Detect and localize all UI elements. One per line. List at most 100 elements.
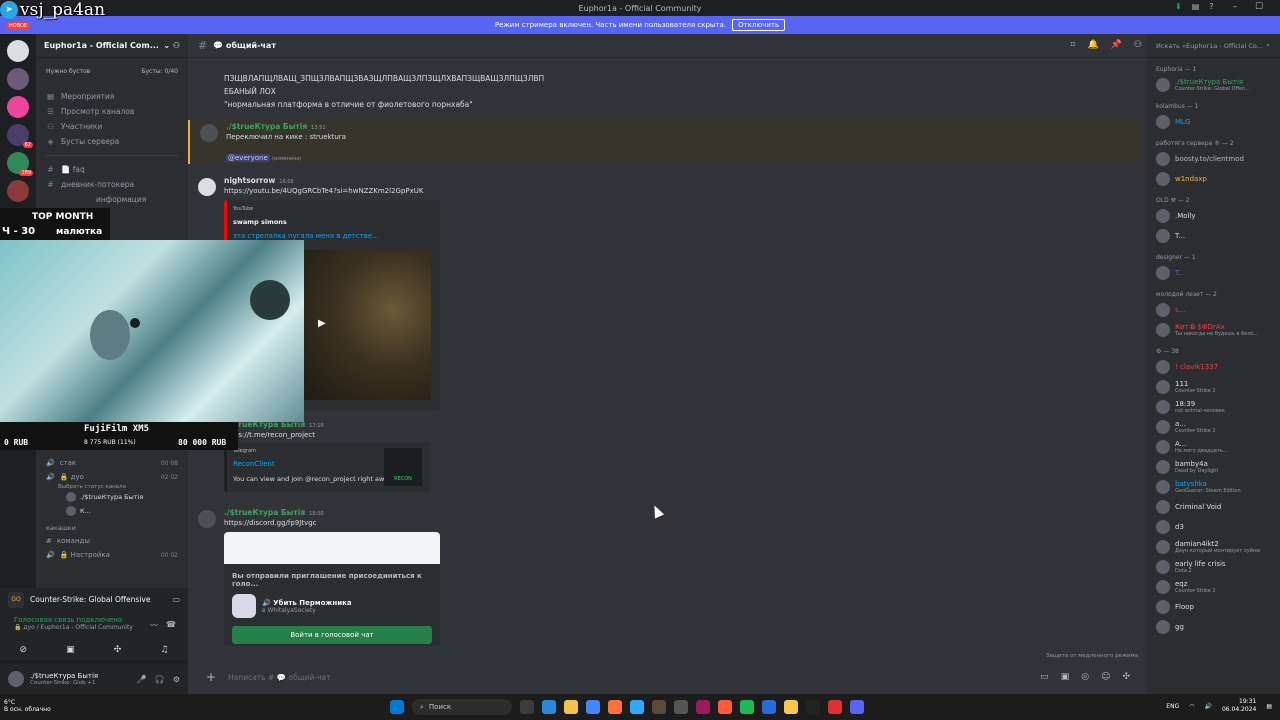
app-icon[interactable] bbox=[806, 700, 820, 714]
gift-icon[interactable]: ▭ bbox=[1040, 672, 1049, 682]
app-icon[interactable] bbox=[674, 700, 688, 714]
nav-boosts[interactable]: ◈ Бусты сервера bbox=[36, 134, 188, 149]
voice-channel-stack[interactable]: 🔊 стак 00 08 bbox=[36, 456, 188, 470]
server-icon[interactable] bbox=[7, 40, 29, 62]
channel-info[interactable]: информация bbox=[36, 192, 188, 207]
member-row[interactable]: batyshka GeoGuessr: Steam Edition bbox=[1146, 477, 1280, 497]
member-row[interactable]: 111 Counter-Strike 2 bbox=[1146, 377, 1280, 397]
threads-icon[interactable]: ⌗ bbox=[1070, 40, 1075, 50]
search-input[interactable]: Искать «Euphor1a - Official Co... ⌕ bbox=[1146, 34, 1280, 58]
nav-browse-channels[interactable]: ☰ Просмотр каналов bbox=[36, 104, 188, 119]
volume-icon[interactable]: 🔊 bbox=[1204, 703, 1211, 710]
gear-icon[interactable]: ⚙ bbox=[173, 675, 180, 684]
member-row[interactable]: s... bbox=[1146, 300, 1280, 320]
pin-icon[interactable]: 📌 bbox=[1111, 40, 1122, 50]
member-row[interactable]: Criminal Void bbox=[1146, 497, 1280, 517]
app-icon[interactable] bbox=[696, 700, 710, 714]
server-icon[interactable] bbox=[7, 180, 29, 202]
activities-icon[interactable]: ✣ bbox=[114, 645, 122, 655]
video-thumbnail[interactable]: ▶ bbox=[304, 250, 431, 400]
everyone-mention[interactable]: @everyone bbox=[226, 154, 270, 162]
avatar[interactable] bbox=[198, 178, 216, 196]
avatar[interactable] bbox=[200, 124, 218, 142]
voice-channel-duo[interactable]: 🔊 🔒 дуо 02 02 bbox=[36, 470, 188, 484]
member-row[interactable]: T... bbox=[1146, 263, 1280, 283]
member-row[interactable]: damian4ikt2 Даун который монтирует хуйню bbox=[1146, 537, 1280, 557]
obs-icon[interactable] bbox=[828, 700, 842, 714]
apps-icon[interactable]: ✣ bbox=[1122, 672, 1130, 682]
member-row[interactable]: bamby4a Dead by Daylight bbox=[1146, 457, 1280, 477]
task-view-icon[interactable] bbox=[520, 700, 534, 714]
server-icon[interactable]: 62 bbox=[7, 124, 33, 148]
disconnect-icon[interactable]: ☎ bbox=[166, 620, 176, 629]
member-row[interactable]: d3 bbox=[1146, 517, 1280, 537]
edge-icon[interactable] bbox=[542, 700, 556, 714]
noise-suppression-icon[interactable]: 〰 bbox=[150, 620, 158, 631]
start-icon[interactable] bbox=[390, 700, 404, 714]
category-header[interactable]: какашки bbox=[36, 518, 188, 534]
game-activity[interactable]: GO Counter-Strike: Global Offensive ▭ bbox=[0, 588, 188, 612]
photoshop-icon[interactable] bbox=[630, 700, 644, 714]
members-toggle-icon[interactable]: ⚇ bbox=[1134, 40, 1142, 50]
channel-diary[interactable]: # дневник-потокера bbox=[36, 177, 188, 192]
server-header[interactable]: Euphor1a - Official Com... ⌄ ⚇ bbox=[36, 34, 188, 58]
disable-streamer-mode-button[interactable]: Отключить bbox=[732, 19, 786, 31]
join-voice-button[interactable]: Войти в голосовой чат bbox=[232, 626, 432, 644]
inbox-icon[interactable]: ▤ bbox=[1192, 2, 1200, 11]
nav-events[interactable]: ▦ Мероприятия bbox=[36, 89, 188, 104]
gif-icon[interactable]: ▣ bbox=[1061, 672, 1070, 682]
message-author[interactable]: ./$trueКтура Бытія 13:51 bbox=[226, 122, 326, 131]
stream-icon[interactable]: ▭ bbox=[172, 595, 180, 604]
chrome-icon[interactable] bbox=[586, 700, 600, 714]
member-row[interactable]: A... Не могу двадцать... bbox=[1146, 437, 1280, 457]
member-row[interactable]: T... bbox=[1146, 226, 1280, 246]
weather-widget[interactable]: 6°C В осн. облачно bbox=[4, 699, 51, 713]
server-icon[interactable] bbox=[7, 68, 29, 90]
voice-user[interactable]: К... bbox=[36, 504, 188, 518]
add-attachment-icon[interactable]: + bbox=[206, 670, 216, 684]
member-row[interactable]: gg bbox=[1146, 617, 1280, 637]
discord-icon[interactable] bbox=[850, 700, 864, 714]
member-row[interactable]: Ҝøт Ƀ $ΦDrAx Ты никогда не будешь в безо.… bbox=[1146, 320, 1280, 340]
member-row[interactable]: 18:39 not animal-человек bbox=[1146, 397, 1280, 417]
language-indicator[interactable]: ENG bbox=[1166, 703, 1179, 710]
message-author[interactable]: nightsorrow 16:06 bbox=[224, 176, 294, 185]
member-row[interactable]: boosty.to/clientmod bbox=[1146, 149, 1280, 169]
embed-title[interactable]: ReconClient bbox=[233, 460, 275, 468]
screen-share-icon[interactable]: ▣ bbox=[66, 645, 75, 655]
member-row[interactable]: early life crisis Dota 2 bbox=[1146, 557, 1280, 577]
channel-settings[interactable]: 🔊 🔒 Настройка 00 02 bbox=[36, 548, 188, 562]
maximize-icon[interactable]: ☐ bbox=[1254, 2, 1264, 12]
server-icon[interactable] bbox=[7, 96, 29, 118]
member-row[interactable]: eqz Counter-Strike 2 bbox=[1146, 577, 1280, 597]
soundboard-icon[interactable]: ♫ bbox=[160, 645, 168, 655]
sticker-icon[interactable]: ◎ bbox=[1081, 672, 1089, 682]
avatar[interactable] bbox=[8, 671, 24, 687]
app-icon[interactable] bbox=[762, 700, 776, 714]
message-composer[interactable]: + Написать # 💬 общий-чат ▭ ▣ ◎ ☺ ✣ bbox=[198, 666, 1138, 688]
member-row[interactable]: a... Counter-Strike 2 bbox=[1146, 417, 1280, 437]
channel-faq[interactable]: # 📄 faq bbox=[36, 162, 188, 177]
app-icon[interactable] bbox=[652, 700, 666, 714]
boost-progress[interactable]: Нужно бустов Бусты: 0/40 bbox=[36, 58, 188, 79]
chat-message[interactable]: ./$trueКтура Бытія 13:51 Переключил на ки… bbox=[188, 120, 1140, 164]
minimize-icon[interactable]: – bbox=[1230, 2, 1240, 12]
headphones-icon[interactable]: 🎧 bbox=[155, 675, 165, 684]
camera-off-icon[interactable]: ⊘ bbox=[20, 645, 28, 655]
app-icon[interactable] bbox=[784, 700, 798, 714]
member-row[interactable]: MLG bbox=[1146, 112, 1280, 132]
member-row[interactable]: w1ndaxp bbox=[1146, 169, 1280, 189]
clock[interactable]: 19:31 06.04.2024 bbox=[1222, 698, 1256, 714]
nav-members[interactable]: ⚇ Участники bbox=[36, 119, 188, 134]
wifi-icon[interactable]: ◠ bbox=[1189, 703, 1194, 710]
message-link[interactable]: https://youtu.be/4UQgGRCbTe4?si=hwNZZKm2… bbox=[224, 187, 423, 195]
message-link[interactable]: https://discord.gg/fp9Jtvgc bbox=[224, 519, 317, 527]
notifications-icon[interactable]: ▤ bbox=[1266, 703, 1272, 710]
firefox-icon[interactable] bbox=[608, 700, 622, 714]
help-icon[interactable]: ? bbox=[1209, 2, 1213, 11]
explorer-icon[interactable] bbox=[564, 700, 578, 714]
server-icon[interactable]: 189 bbox=[7, 152, 33, 176]
embed-title[interactable]: эта стрелялка пугала меня в детстве... bbox=[233, 232, 379, 240]
app-icon[interactable] bbox=[718, 700, 732, 714]
emoji-icon[interactable]: ☺ bbox=[1101, 672, 1110, 682]
